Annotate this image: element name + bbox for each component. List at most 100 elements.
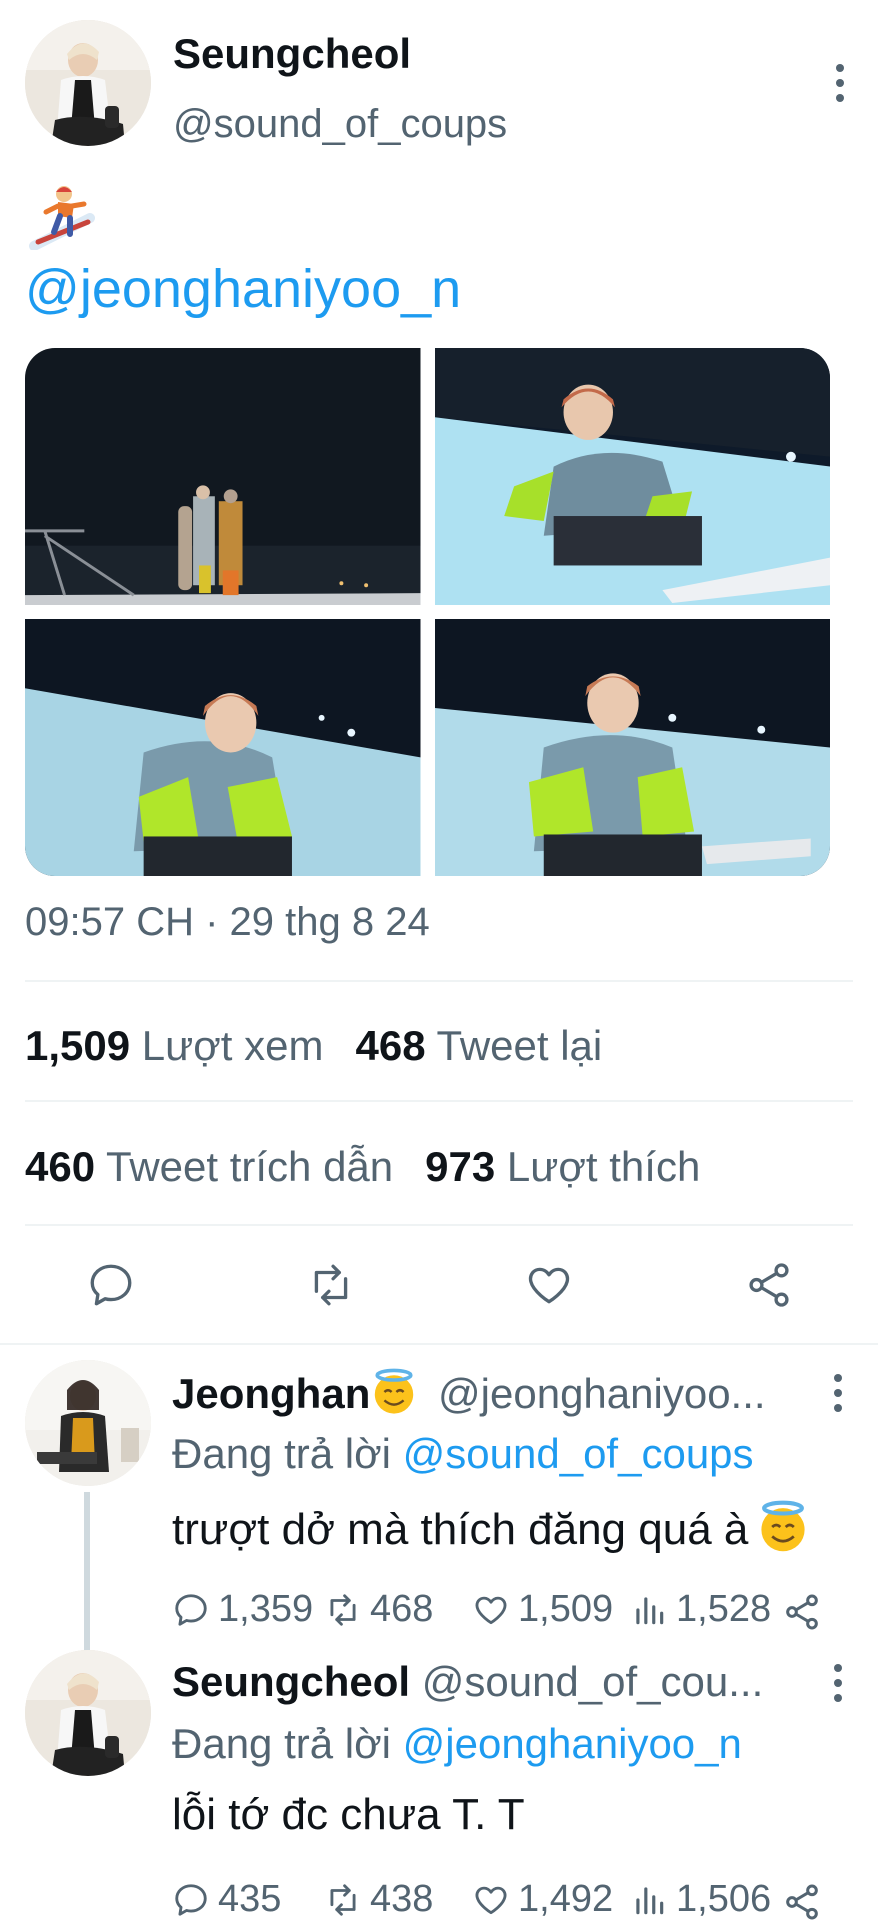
- more-options-button[interactable]: [825, 58, 855, 108]
- likes-stat[interactable]: 973 Lượt thích: [425, 1143, 700, 1191]
- tweet-timestamp[interactable]: 09:57 CH · 29 thg 8 24: [25, 900, 430, 945]
- replying-to-link[interactable]: @jeonghaniyoo_n: [403, 1720, 742, 1767]
- like-count-button[interactable]: 1,509: [472, 1588, 613, 1631]
- share-icon[interactable]: [782, 1882, 822, 1920]
- reply-header: Jeonghan @jeonghaniyoo...: [172, 1368, 818, 1418]
- replying-to: Đang trả lời @jeonghaniyoo_n: [172, 1720, 742, 1768]
- reply-more-options-button[interactable]: [823, 1658, 853, 1708]
- views-count: 1,509: [25, 1022, 131, 1069]
- replying-prefix: Đang trả lời: [172, 1720, 391, 1767]
- reply-count: 1,359: [218, 1588, 314, 1630]
- share-button[interactable]: [734, 1250, 804, 1320]
- views-label: Lượt xem: [141, 1022, 324, 1069]
- author-avatar[interactable]: [25, 20, 151, 146]
- reply-tweet[interactable]: Seungcheol @sound_of_cou... Đang trả lời…: [0, 1650, 878, 1920]
- photo-2[interactable]: [434, 348, 830, 605]
- views-count: 1,506: [676, 1878, 772, 1920]
- halo-emoji: [375, 1368, 414, 1414]
- views-count-button[interactable]: 1,528: [630, 1588, 771, 1631]
- reply-header: Seungcheol @sound_of_cou...: [172, 1658, 818, 1706]
- stats-row-2: 460 Tweet trích dẫn 973 Lượt thích: [25, 1143, 700, 1191]
- replying-to: Đang trả lời @sound_of_coups: [172, 1430, 754, 1478]
- heart-icon: [528, 1267, 570, 1304]
- heart-icon: [475, 1886, 507, 1914]
- retweet-icon: [330, 1593, 356, 1626]
- reply-metrics: 435 438 1,492 1,506: [172, 1878, 822, 1920]
- likes-count: 973: [425, 1143, 496, 1190]
- photo-1[interactable]: [25, 348, 421, 605]
- reply-button[interactable]: [76, 1250, 146, 1320]
- likes-label: Lượt thích: [506, 1143, 701, 1190]
- dot: [836, 79, 844, 87]
- analytics-icon: [636, 1886, 664, 1914]
- halo-emoji: [761, 1500, 805, 1552]
- tweet-action-bar: [0, 1250, 878, 1320]
- share-icon: [749, 1263, 789, 1307]
- share-icon[interactable]: [782, 1592, 822, 1632]
- analytics-icon: [636, 1596, 664, 1624]
- reply-avatar[interactable]: [25, 1650, 151, 1776]
- views-count: 1,528: [676, 1588, 772, 1630]
- tweet-header: Seungcheol @sound_of_coups: [25, 20, 855, 150]
- replying-prefix: Đang trả lời: [172, 1430, 391, 1477]
- retweet-icon: [330, 1883, 356, 1916]
- reply-metrics: 1,359 468 1,509 1,528: [172, 1588, 822, 1638]
- reply-tweet[interactable]: Jeonghan @jeonghaniyoo... Đang trả lời @…: [0, 1360, 878, 1678]
- retweet-button[interactable]: [296, 1250, 366, 1320]
- reply-icon: [175, 1883, 207, 1916]
- retweets-label: Tweet lại: [436, 1022, 603, 1069]
- reply-icon: [90, 1264, 132, 1306]
- reply-text: trượt dở mà thích đăng quá à: [172, 1500, 810, 1555]
- quotes-label: Tweet trích dẫn: [106, 1143, 394, 1190]
- views-stat[interactable]: 1,509 Lượt xem: [25, 1022, 323, 1070]
- retweets-count: 468: [355, 1022, 426, 1069]
- heart-icon: [475, 1596, 507, 1624]
- dot: [834, 1694, 842, 1702]
- stats-row-1: 1,509 Lượt xem 468 Tweet lại: [25, 1022, 602, 1070]
- author-handle[interactable]: @sound_of_coups: [173, 102, 507, 147]
- divider: [25, 980, 853, 982]
- retweet-count-button[interactable]: 468: [324, 1588, 433, 1631]
- retweets-stat[interactable]: 468 Tweet lại: [355, 1022, 602, 1070]
- dot: [834, 1404, 842, 1412]
- photo-4[interactable]: [434, 619, 830, 876]
- dot: [836, 94, 844, 102]
- reply-count: 435: [218, 1878, 282, 1920]
- reply-more-options-button[interactable]: [823, 1368, 853, 1418]
- quotes-stat[interactable]: 460 Tweet trích dẫn: [25, 1143, 393, 1191]
- retweet-icon: [314, 1264, 348, 1306]
- retweet-count: 438: [370, 1878, 434, 1920]
- dot: [834, 1389, 842, 1397]
- reply-text-content: lỗi tớ đc chưa T. T: [172, 1790, 525, 1839]
- like-count: 1,492: [518, 1878, 614, 1920]
- like-button[interactable]: [514, 1250, 584, 1320]
- dot: [836, 64, 844, 72]
- views-count-button[interactable]: 1,506: [630, 1878, 771, 1920]
- reply-author-handle[interactable]: @sound_of_cou...: [422, 1658, 764, 1705]
- media-grid: [25, 348, 830, 876]
- mention-link[interactable]: @jeonghaniyoo_n: [25, 258, 461, 320]
- photo-3[interactable]: [25, 619, 421, 876]
- like-count-button[interactable]: 1,492: [472, 1878, 613, 1920]
- reply-count-button[interactable]: 1,359: [172, 1588, 313, 1631]
- reply-avatar[interactable]: [25, 1360, 151, 1486]
- snowboarder-emoji: [28, 182, 96, 250]
- quotes-count: 460: [25, 1143, 96, 1190]
- reply-author-handle[interactable]: @jeonghaniyoo...: [438, 1370, 766, 1417]
- dot: [834, 1679, 842, 1687]
- retweet-count: 468: [370, 1588, 434, 1630]
- section-divider: [0, 1343, 878, 1345]
- reply-count-button[interactable]: 435: [172, 1878, 281, 1920]
- reply-text: lỗi tớ đc chưa T. T: [172, 1790, 525, 1840]
- author-name[interactable]: Seungcheol: [173, 30, 411, 78]
- tweet-detail-page: Seungcheol @sound_of_coups @jeonghaniyoo…: [0, 0, 878, 1920]
- reply-author-name[interactable]: Jeonghan: [172, 1370, 370, 1417]
- retweet-count-button[interactable]: 438: [324, 1878, 433, 1920]
- reply-icon: [175, 1593, 207, 1626]
- divider: [25, 1100, 853, 1102]
- reply-author-name[interactable]: Seungcheol: [172, 1658, 410, 1705]
- replying-to-link[interactable]: @sound_of_coups: [403, 1430, 754, 1477]
- dot: [834, 1374, 842, 1382]
- reply-text-content: trượt dở mà thích đăng quá à: [172, 1505, 749, 1554]
- like-count: 1,509: [518, 1588, 614, 1630]
